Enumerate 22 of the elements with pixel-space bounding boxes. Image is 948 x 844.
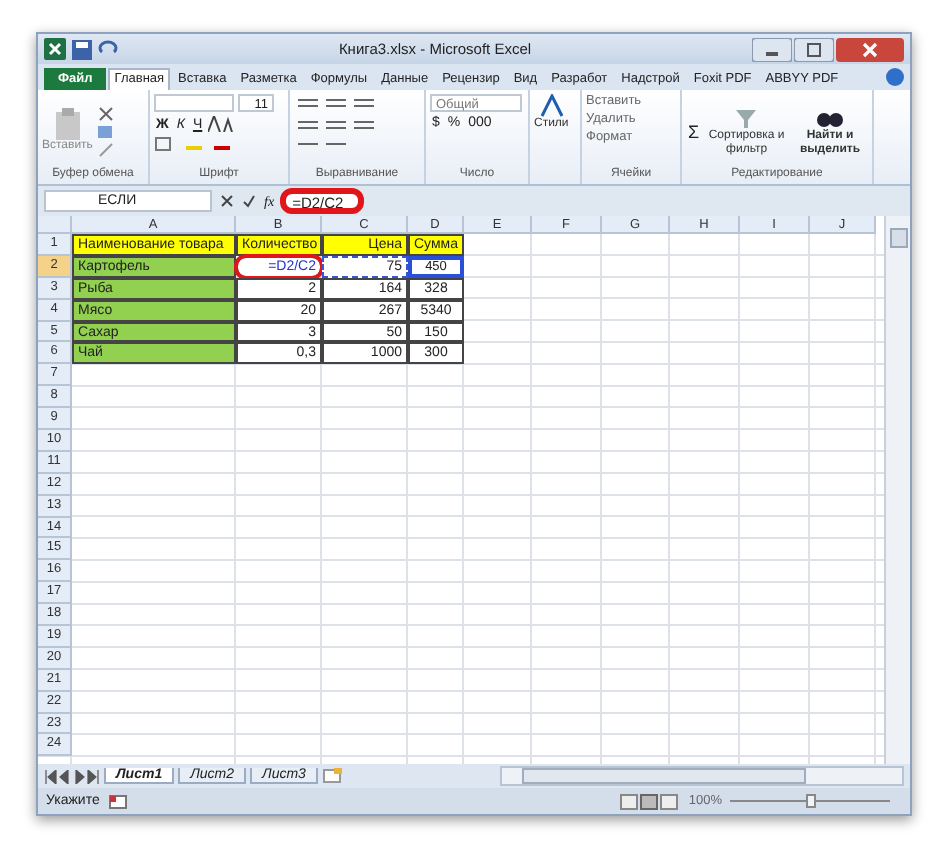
vertical-scrollbar[interactable] bbox=[884, 216, 910, 764]
excel-logo-icon bbox=[44, 38, 66, 60]
cancel-icon[interactable] bbox=[220, 194, 234, 208]
undo-icon[interactable] bbox=[98, 39, 118, 59]
styles-icon bbox=[539, 94, 564, 118]
filter-icon bbox=[734, 106, 759, 131]
macro-record-icon[interactable] bbox=[107, 793, 128, 809]
help-icon[interactable] bbox=[886, 68, 904, 86]
new-sheet-icon[interactable] bbox=[321, 768, 342, 784]
minimize-button[interactable] bbox=[752, 37, 792, 61]
save-icon[interactable] bbox=[72, 39, 92, 59]
check-icon[interactable] bbox=[242, 194, 256, 208]
font-size-icon[interactable] bbox=[208, 116, 237, 132]
maximize-button[interactable] bbox=[794, 37, 834, 61]
horizontal-scrollbar[interactable] bbox=[500, 766, 904, 786]
clipboard-icon bbox=[53, 108, 82, 141]
close-button[interactable] bbox=[836, 37, 904, 61]
font-name-field[interactable] bbox=[154, 94, 234, 112]
borders-fill-icon[interactable] bbox=[154, 136, 234, 152]
view-buttons-icon[interactable] bbox=[620, 793, 681, 809]
sheet-navigation-icon[interactable] bbox=[44, 769, 100, 783]
autosum-button[interactable]: Σ bbox=[686, 121, 702, 141]
